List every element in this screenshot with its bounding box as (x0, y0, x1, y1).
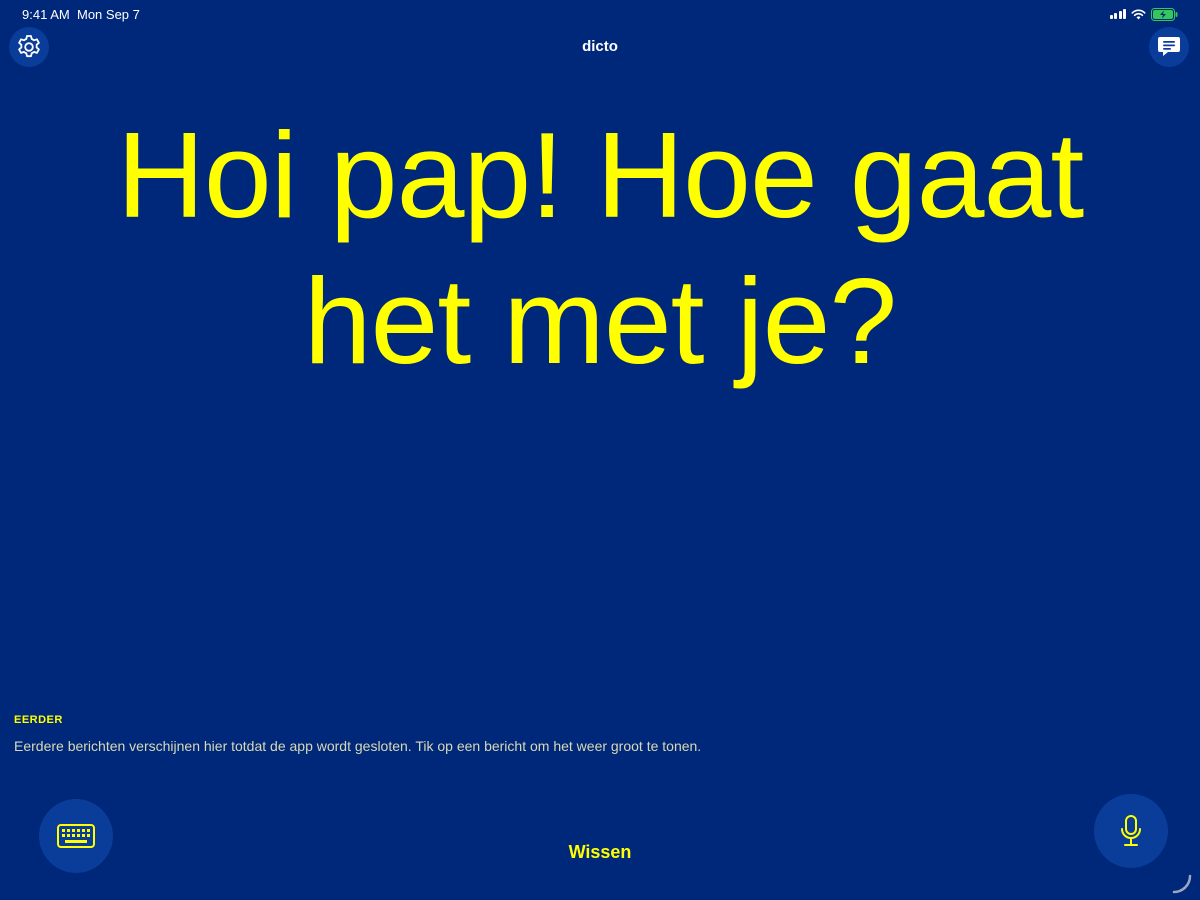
messages-button[interactable] (1149, 27, 1189, 67)
status-time: 9:41 AM (22, 7, 70, 22)
keyboard-icon (57, 824, 95, 848)
history-heading: EERDER (14, 714, 63, 726)
wifi-icon (1131, 9, 1146, 20)
chat-bubble-icon (1158, 37, 1180, 56)
history-hint: Eerdere berichten verschijnen hier totda… (14, 738, 702, 754)
status-indicators (1109, 7, 1179, 21)
app-title: dicto (582, 38, 618, 55)
cellular-signal-icon (1109, 9, 1126, 19)
resize-handle-icon (1172, 874, 1192, 894)
clear-button[interactable]: Wissen (540, 842, 660, 863)
status-bar: 9:41 AM Mon Sep 7 (0, 0, 1200, 28)
microphone-icon (1121, 815, 1141, 846)
battery-charging-icon (1151, 7, 1178, 21)
status-date: Mon Sep 7 (77, 7, 140, 22)
keyboard-button[interactable] (39, 799, 113, 873)
microphone-button[interactable] (1094, 794, 1168, 868)
main-message[interactable]: Hoi pap! Hoe gaat het met je? (20, 102, 1180, 394)
